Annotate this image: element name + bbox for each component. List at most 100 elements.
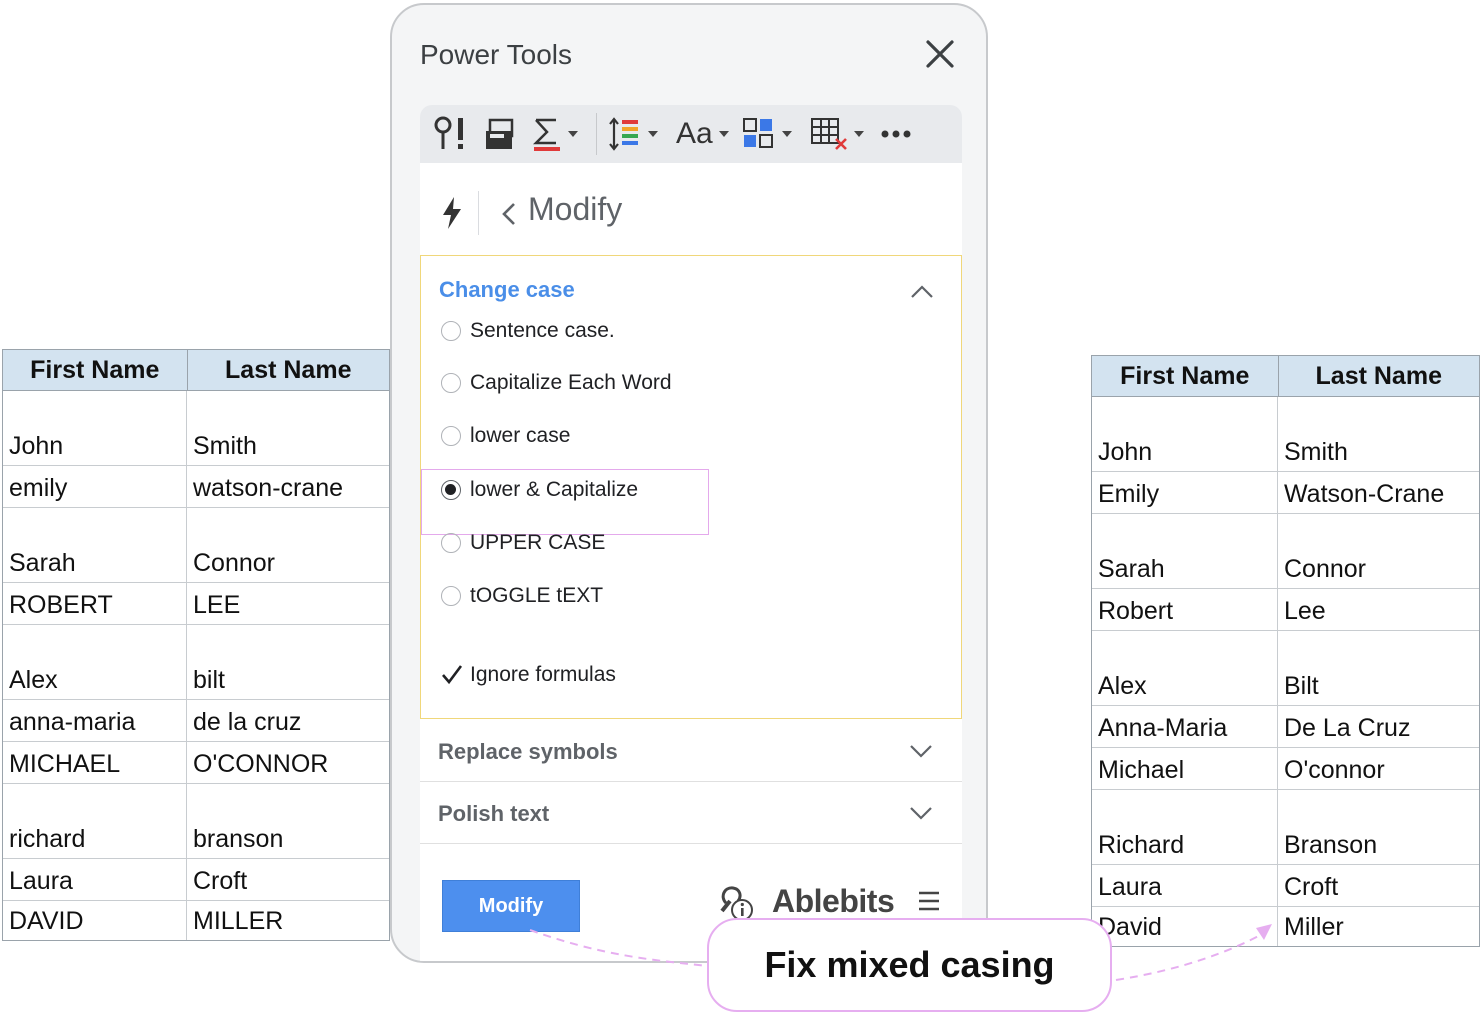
sidebar-title: Power Tools <box>420 39 573 70</box>
checkmark-icon <box>442 665 463 685</box>
cell-first-name[interactable]: Robert <box>1092 589 1278 630</box>
sort-icon[interactable] <box>608 115 658 153</box>
cell-last-name[interactable]: Croft <box>187 859 389 900</box>
radio-button[interactable] <box>441 586 461 606</box>
cell-first-name[interactable]: Richard <box>1092 790 1278 864</box>
header-last-name[interactable]: Last Name <box>188 350 389 390</box>
case-option-2[interactable]: lower case <box>441 422 570 450</box>
cell-last-name[interactable]: De La Cruz <box>1278 706 1479 747</box>
cell-last-name[interactable]: Branson <box>1278 790 1479 864</box>
change-case-title[interactable]: Change case <box>439 277 575 303</box>
cell-last-name[interactable]: Smith <box>187 391 389 465</box>
clear-table-icon[interactable] <box>810 115 864 153</box>
cell-first-name[interactable]: David <box>1092 907 1278 946</box>
cell-last-name[interactable]: LEE <box>187 583 389 624</box>
cell-last-name[interactable]: Smith <box>1278 397 1479 471</box>
cell-last-name[interactable]: branson <box>187 784 389 858</box>
radio-button[interactable] <box>441 321 461 341</box>
text-case-icon[interactable]: Aa <box>676 115 729 153</box>
ignore-formulas-label: Ignore formulas <box>470 663 616 686</box>
cell-first-name[interactable]: emily <box>3 466 187 507</box>
cell-last-name[interactable]: Connor <box>1278 514 1479 588</box>
cell-last-name[interactable]: Connor <box>187 508 389 582</box>
case-option-label: UPPER CASE <box>470 531 606 554</box>
right-table-header: First Name Last Name <box>1092 356 1479 397</box>
cell-first-name[interactable]: John <box>3 391 187 465</box>
cell-first-name[interactable]: Sarah <box>1092 514 1278 588</box>
case-option-3[interactable]: lower & Capitalize <box>441 476 638 504</box>
sum-icon[interactable] <box>532 115 578 153</box>
cell-first-name[interactable]: Alex <box>3 625 187 699</box>
case-option-0[interactable]: Sentence case. <box>441 317 615 345</box>
polish-text-title: Polish text <box>438 801 550 826</box>
header-first-name[interactable]: First Name <box>1092 356 1279 396</box>
cell-first-name[interactable]: Laura <box>3 859 187 900</box>
case-option-label: lower case <box>470 424 571 447</box>
chevron-down-icon[interactable] <box>908 743 934 764</box>
cell-last-name[interactable]: Bilt <box>1278 631 1479 705</box>
close-icon[interactable] <box>924 38 956 70</box>
modify-panel: Modify Change case Sentence case. Capital… <box>420 163 962 961</box>
cell-last-name[interactable]: watson-crane <box>187 466 389 507</box>
cell-first-name[interactable]: John <box>1092 397 1278 471</box>
case-option-5[interactable]: tOGGLE tEXT <box>441 582 603 610</box>
radio-button[interactable] <box>441 373 461 393</box>
cell-last-name[interactable]: Lee <box>1278 589 1479 630</box>
cell-last-name[interactable]: Watson-Crane <box>1278 472 1479 513</box>
back-chevron-icon[interactable] <box>500 201 518 232</box>
callout-label: Fix mixed casing <box>707 918 1112 1012</box>
merge-icon[interactable] <box>484 115 516 153</box>
polish-text-section[interactable]: Polish text <box>420 781 962 844</box>
cell-first-name[interactable]: Anna-Maria <box>1092 706 1278 747</box>
replace-symbols-section[interactable]: Replace symbols <box>420 719 962 782</box>
cell-first-name[interactable]: anna-maria <box>3 700 187 741</box>
case-option-1[interactable]: Capitalize Each Word <box>441 369 672 397</box>
table-row: Robert Lee <box>1092 589 1479 631</box>
cell-last-name[interactable]: Miller <box>1278 907 1479 946</box>
cell-first-name[interactable]: Laura <box>1092 865 1278 906</box>
cell-first-name[interactable]: richard <box>3 784 187 858</box>
cell-last-name[interactable]: Croft <box>1278 865 1479 906</box>
chevron-up-icon[interactable] <box>909 284 935 305</box>
table-row: David Miller <box>1092 907 1479 946</box>
group-icon[interactable] <box>742 115 792 153</box>
hamburger-menu-icon[interactable] <box>918 891 940 916</box>
cell-first-name[interactable]: DAVID <box>3 901 187 940</box>
cell-last-name[interactable]: de la cruz <box>187 700 389 741</box>
case-option-label: tOGGLE tEXT <box>470 584 604 607</box>
ablebits-logo: Ablebits <box>772 883 895 919</box>
bolt-icon[interactable] <box>440 196 464 235</box>
cell-first-name[interactable]: Alex <box>1092 631 1278 705</box>
modify-button[interactable]: Modify <box>442 880 580 932</box>
radio-button[interactable] <box>441 426 461 446</box>
header-last-name[interactable]: Last Name <box>1279 356 1479 396</box>
header-first-name[interactable]: First Name <box>3 350 188 390</box>
table-row: Sarah Connor <box>3 508 389 583</box>
case-option-label: Capitalize Each Word <box>470 371 672 394</box>
cell-first-name[interactable]: Emily <box>1092 472 1278 513</box>
breadcrumb-title: Modify <box>528 191 623 227</box>
cell-last-name[interactable]: MILLER <box>187 901 389 940</box>
cell-last-name[interactable]: bilt <box>187 625 389 699</box>
cell-last-name[interactable]: O'connor <box>1278 748 1479 789</box>
toolbar: Aa <box>420 105 962 163</box>
chevron-down-icon[interactable] <box>908 805 934 826</box>
case-option-4[interactable]: UPPER CASE <box>441 529 605 557</box>
table-row: John Smith <box>3 391 389 466</box>
cell-first-name[interactable]: Michael <box>1092 748 1278 789</box>
cell-first-name[interactable]: MICHAEL <box>3 742 187 783</box>
radio-button[interactable] <box>441 533 461 553</box>
ignore-formulas-checkbox[interactable]: Ignore formulas <box>441 663 616 687</box>
table-row: Sarah Connor <box>1092 514 1479 589</box>
table-row: Anna-Maria De La Cruz <box>1092 706 1479 748</box>
table-row: John Smith <box>1092 397 1479 472</box>
cell-first-name[interactable]: Sarah <box>3 508 187 582</box>
cell-first-name[interactable]: ROBERT <box>3 583 187 624</box>
cell-last-name[interactable]: O'CONNOR <box>187 742 389 783</box>
change-case-section: Change case Sentence case. Capitalize Eac… <box>420 255 962 719</box>
replace-symbols-title: Replace symbols <box>438 739 618 764</box>
radio-button[interactable] <box>441 480 461 500</box>
table-row: Laura Croft <box>3 859 389 901</box>
more-icon[interactable] <box>880 115 912 153</box>
split-icon[interactable] <box>434 115 470 153</box>
